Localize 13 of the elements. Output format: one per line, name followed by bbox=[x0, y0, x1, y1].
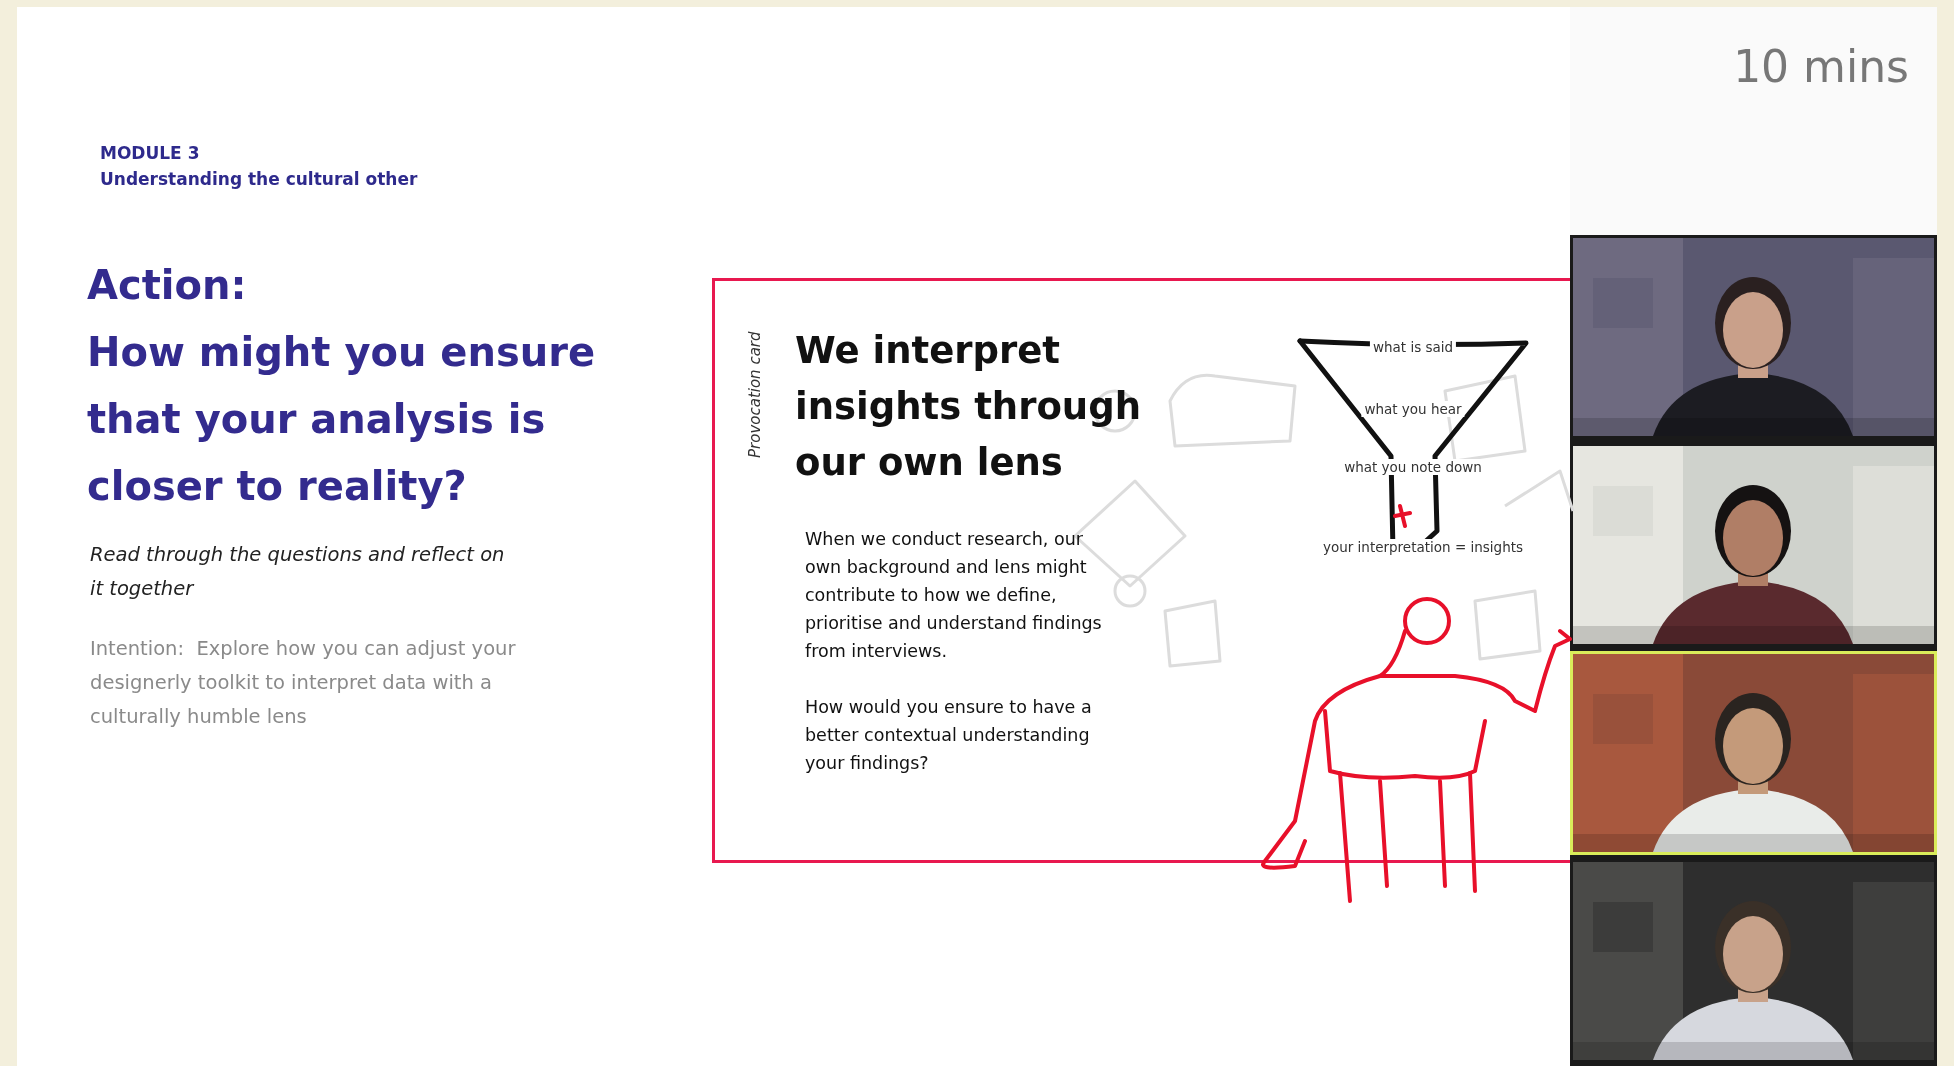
slide-question: How might you ensure that your analysis is closer to reality? bbox=[87, 328, 597, 511]
card-paragraph: How would you ensure to have a better contextual understanding your findings? bbox=[805, 696, 1093, 775]
card-label: Provocation card bbox=[746, 331, 764, 460]
card-title: We interpret insights through our own lens bbox=[795, 328, 1142, 486]
timer-text: 10 mins bbox=[1733, 41, 1909, 92]
slide-heading: Action: bbox=[87, 261, 248, 310]
module-number: MODULE 3 bbox=[100, 142, 201, 165]
instruction-text: Read through the questions and reflect on it together bbox=[90, 542, 506, 602]
funnel-label: what you hear bbox=[1361, 401, 1465, 417]
card-paragraph: When we conduct research, our own background and lens might contribute to how we define, prioritise and understand findings from interviews. bbox=[805, 528, 1103, 663]
module-title: Understanding the cultural other bbox=[100, 168, 419, 191]
intention-text: Intention: Explore how you can adjust your designerly toolkit to interpret data with a culturally humble lens bbox=[90, 636, 517, 730]
funnel-label: what is said bbox=[1369, 339, 1457, 355]
